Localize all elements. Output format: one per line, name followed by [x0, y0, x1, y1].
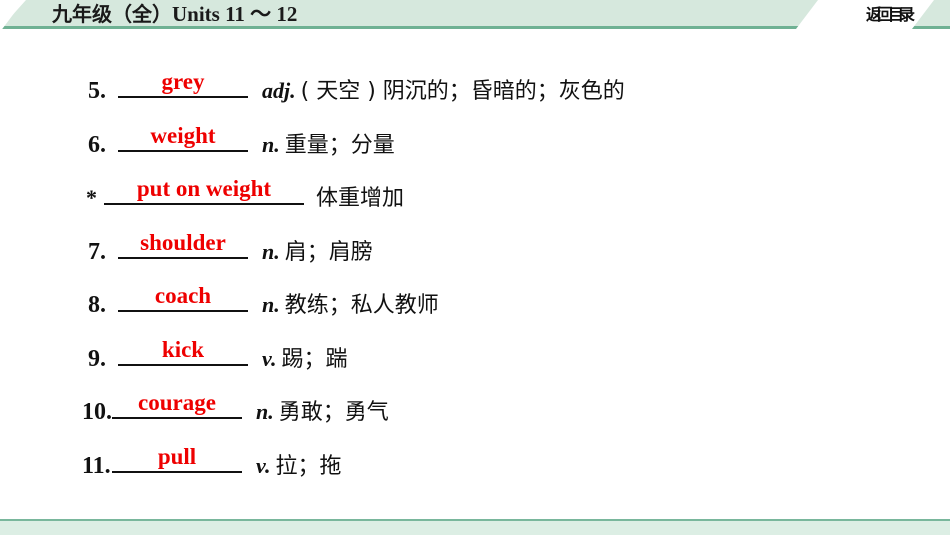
chinese-meaning: ( 天空 ) 阴沉的；昏暗的；灰色的 — [300, 79, 625, 104]
chinese-meaning: 踢；踹 — [281, 347, 348, 372]
part-of-speech: n. — [262, 239, 280, 264]
vocabulary-entry: 11. pull v. 拉；拖 — [82, 444, 342, 491]
part-of-speech: n. — [262, 132, 280, 157]
entry-marker: 9. — [88, 346, 106, 372]
answer-text: grey — [161, 69, 205, 94]
answer-blank[interactable]: courage — [112, 390, 242, 419]
answer-text: kick — [161, 337, 205, 362]
part-of-speech: n. — [256, 399, 274, 424]
chinese-meaning: 重量；分量 — [284, 133, 395, 158]
part-of-speech: adj. — [262, 78, 296, 103]
vocabulary-list: 5. grey adj.( 天空 ) 阴沉的；昏暗的；灰色的 6. weight n. 重量… — [0, 32, 950, 521]
entry-marker: 8. — [88, 292, 106, 318]
entry-marker: 6. — [88, 132, 106, 158]
answer-text: shoulder — [140, 230, 226, 255]
vocabulary-entry: * put on weight 体重增加 — [86, 176, 405, 223]
chinese-meaning: 勇敢；勇气 — [278, 400, 389, 425]
answer-text: weight — [150, 123, 216, 148]
part-of-speech: v. — [262, 346, 277, 371]
page-title-cjk: 九年级（全） — [52, 2, 172, 26]
page-title: 九年级（全）Units 11 ～ 12 — [52, 0, 297, 29]
part-of-speech: n. — [262, 292, 280, 317]
answer-blank[interactable]: pull — [112, 444, 242, 473]
vocabulary-entry: 7. shoulder n. 肩；肩膀 — [88, 230, 373, 277]
answer-blank[interactable]: grey — [118, 69, 248, 98]
entry-marker: 5. — [88, 78, 106, 104]
entry-marker: * — [86, 185, 97, 210]
answer-text: coach — [154, 283, 212, 308]
vocabulary-entry: 6. weight n. 重量；分量 — [88, 123, 395, 170]
chinese-meaning: 教练；私人教师 — [284, 293, 439, 318]
part-of-speech: v. — [256, 453, 271, 478]
footer-bar — [0, 519, 950, 535]
answer-blank[interactable]: kick — [118, 337, 248, 366]
entry-marker: 11. — [82, 453, 111, 479]
vocabulary-entry: 10. courage n. 勇敢；勇气 — [82, 390, 389, 437]
vocabulary-entry: 9. kick v. 踢；踹 — [88, 337, 348, 384]
page-header: 九年级（全）Units 11 ～ 12 返回目录 — [0, 0, 950, 32]
answer-text: pull — [157, 444, 197, 469]
answer-blank[interactable]: shoulder — [118, 230, 248, 259]
vocabulary-entry: 8. coach n. 教练；私人教师 — [88, 283, 439, 330]
page-title-latin: Units 11 ～ 12 — [172, 2, 298, 26]
answer-text: put on weight — [136, 176, 272, 201]
vocabulary-entry: 5. grey adj.( 天空 ) 阴沉的；昏暗的；灰色的 — [88, 69, 625, 116]
back-to-contents-button[interactable]: 返回目录 — [866, 2, 915, 28]
entry-marker: 10. — [82, 399, 112, 425]
chinese-meaning: 体重增加 — [316, 186, 405, 211]
answer-blank[interactable]: weight — [118, 123, 248, 152]
chinese-meaning: 肩；肩膀 — [284, 240, 373, 265]
answer-text: courage — [138, 390, 216, 415]
answer-blank[interactable]: put on weight — [104, 176, 304, 205]
entry-marker: 7. — [88, 239, 106, 265]
answer-blank[interactable]: coach — [118, 283, 248, 312]
chinese-meaning: 拉；拖 — [275, 454, 342, 479]
